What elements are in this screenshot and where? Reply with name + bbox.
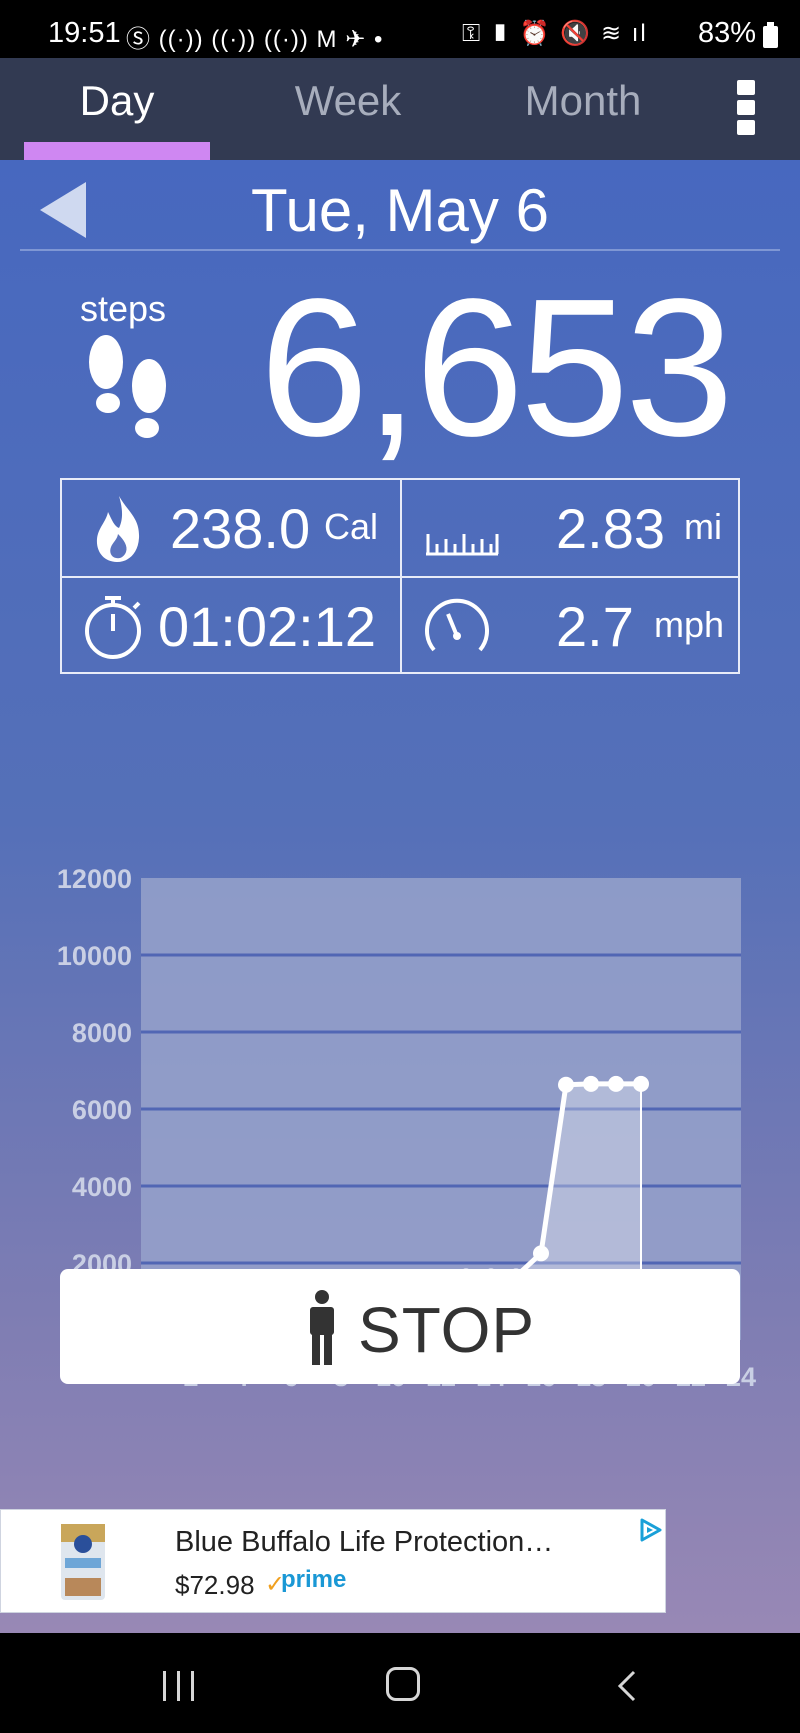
y-tick-label: 6000: [72, 1095, 132, 1125]
home-icon[interactable]: [386, 1667, 420, 1701]
active-tab-indicator: [24, 142, 210, 160]
tab-month[interactable]: Month: [490, 58, 676, 160]
data-point: [608, 1075, 624, 1092]
speed-unit: mph: [654, 604, 725, 645]
ruler-icon: [426, 534, 499, 556]
battery-icon: [763, 22, 778, 48]
footprints-icon: [89, 335, 166, 438]
distance-value: 2.83: [556, 497, 665, 560]
y-tick-label: 4000: [72, 1172, 132, 1202]
y-tick-label: 8000: [72, 1018, 132, 1048]
system-nav-bar: [0, 1633, 800, 1733]
ad-price: $72.98: [175, 1570, 255, 1600]
y-tick-label: 12000: [57, 864, 132, 894]
status-bar: 19:51 Ⓢ ((·)) ((·)) ((·)) M ✈ • ⚿ ▮ ⏰ 🔇 …: [0, 0, 800, 58]
date-title: Tue, May 6: [251, 177, 549, 244]
ad-choices-icon[interactable]: [636, 1516, 664, 1544]
notification-icons: Ⓢ ((·)) ((·)) ((·)) M ✈ •: [126, 26, 384, 53]
stop-button[interactable]: STOP: [60, 1269, 740, 1384]
ad-title[interactable]: Blue Buffalo Life Protection…: [175, 1526, 553, 1559]
speed-value: 2.7: [556, 595, 634, 658]
ad-banner[interactable]: Blue Buffalo Life Protection… $72.98 ✓ p…: [0, 1509, 666, 1613]
speedometer-icon: [425, 598, 489, 652]
stop-label: STOP: [358, 1294, 536, 1366]
back-chevron-icon[interactable]: [614, 1669, 642, 1703]
data-point: [583, 1075, 599, 1092]
data-point: [633, 1075, 649, 1092]
distance-unit: mi: [684, 506, 722, 547]
system-status-icons: ⚿ ▮ ⏰ 🔇 ≋ ıl: [462, 20, 648, 47]
data-point: [533, 1245, 549, 1262]
recent-apps-icon[interactable]: [163, 1671, 197, 1701]
prime-badge: prime: [281, 1566, 347, 1593]
divider: [20, 249, 780, 251]
y-tick-label: 10000: [57, 941, 132, 971]
stopwatch-icon: [85, 596, 141, 659]
calories-unit: Cal: [324, 506, 379, 547]
duration-value: 01:02:12: [158, 595, 376, 658]
steps-count: 6,653: [259, 258, 734, 477]
tab-week[interactable]: Week: [255, 58, 441, 160]
person-standing-icon: [310, 1290, 334, 1365]
period-tab-bar: Day Week Month: [0, 58, 800, 160]
status-time: 19:51: [48, 17, 121, 49]
steps-label: steps: [80, 288, 167, 329]
product-bag-image: [61, 1524, 105, 1600]
calories-cell: 238.0 Cal: [62, 480, 400, 576]
distance-cell: 2.83 mi: [402, 480, 740, 576]
stats-grid: 238.0 Cal 2.83 mi 01:02:12 2.7 mph: [60, 478, 740, 674]
duration-cell: 01:02:12: [62, 578, 400, 674]
flame-icon: [96, 496, 140, 562]
main-content: Tue, May 6 steps 6,653 238.0 Cal 2.83 mi…: [0, 160, 800, 1633]
calories-value: 238.0: [170, 497, 311, 560]
battery-level: 83%: [697, 17, 756, 49]
data-point: [558, 1076, 574, 1093]
more-vertical-icon[interactable]: [737, 80, 759, 140]
speed-cell: 2.7 mph: [402, 578, 740, 674]
